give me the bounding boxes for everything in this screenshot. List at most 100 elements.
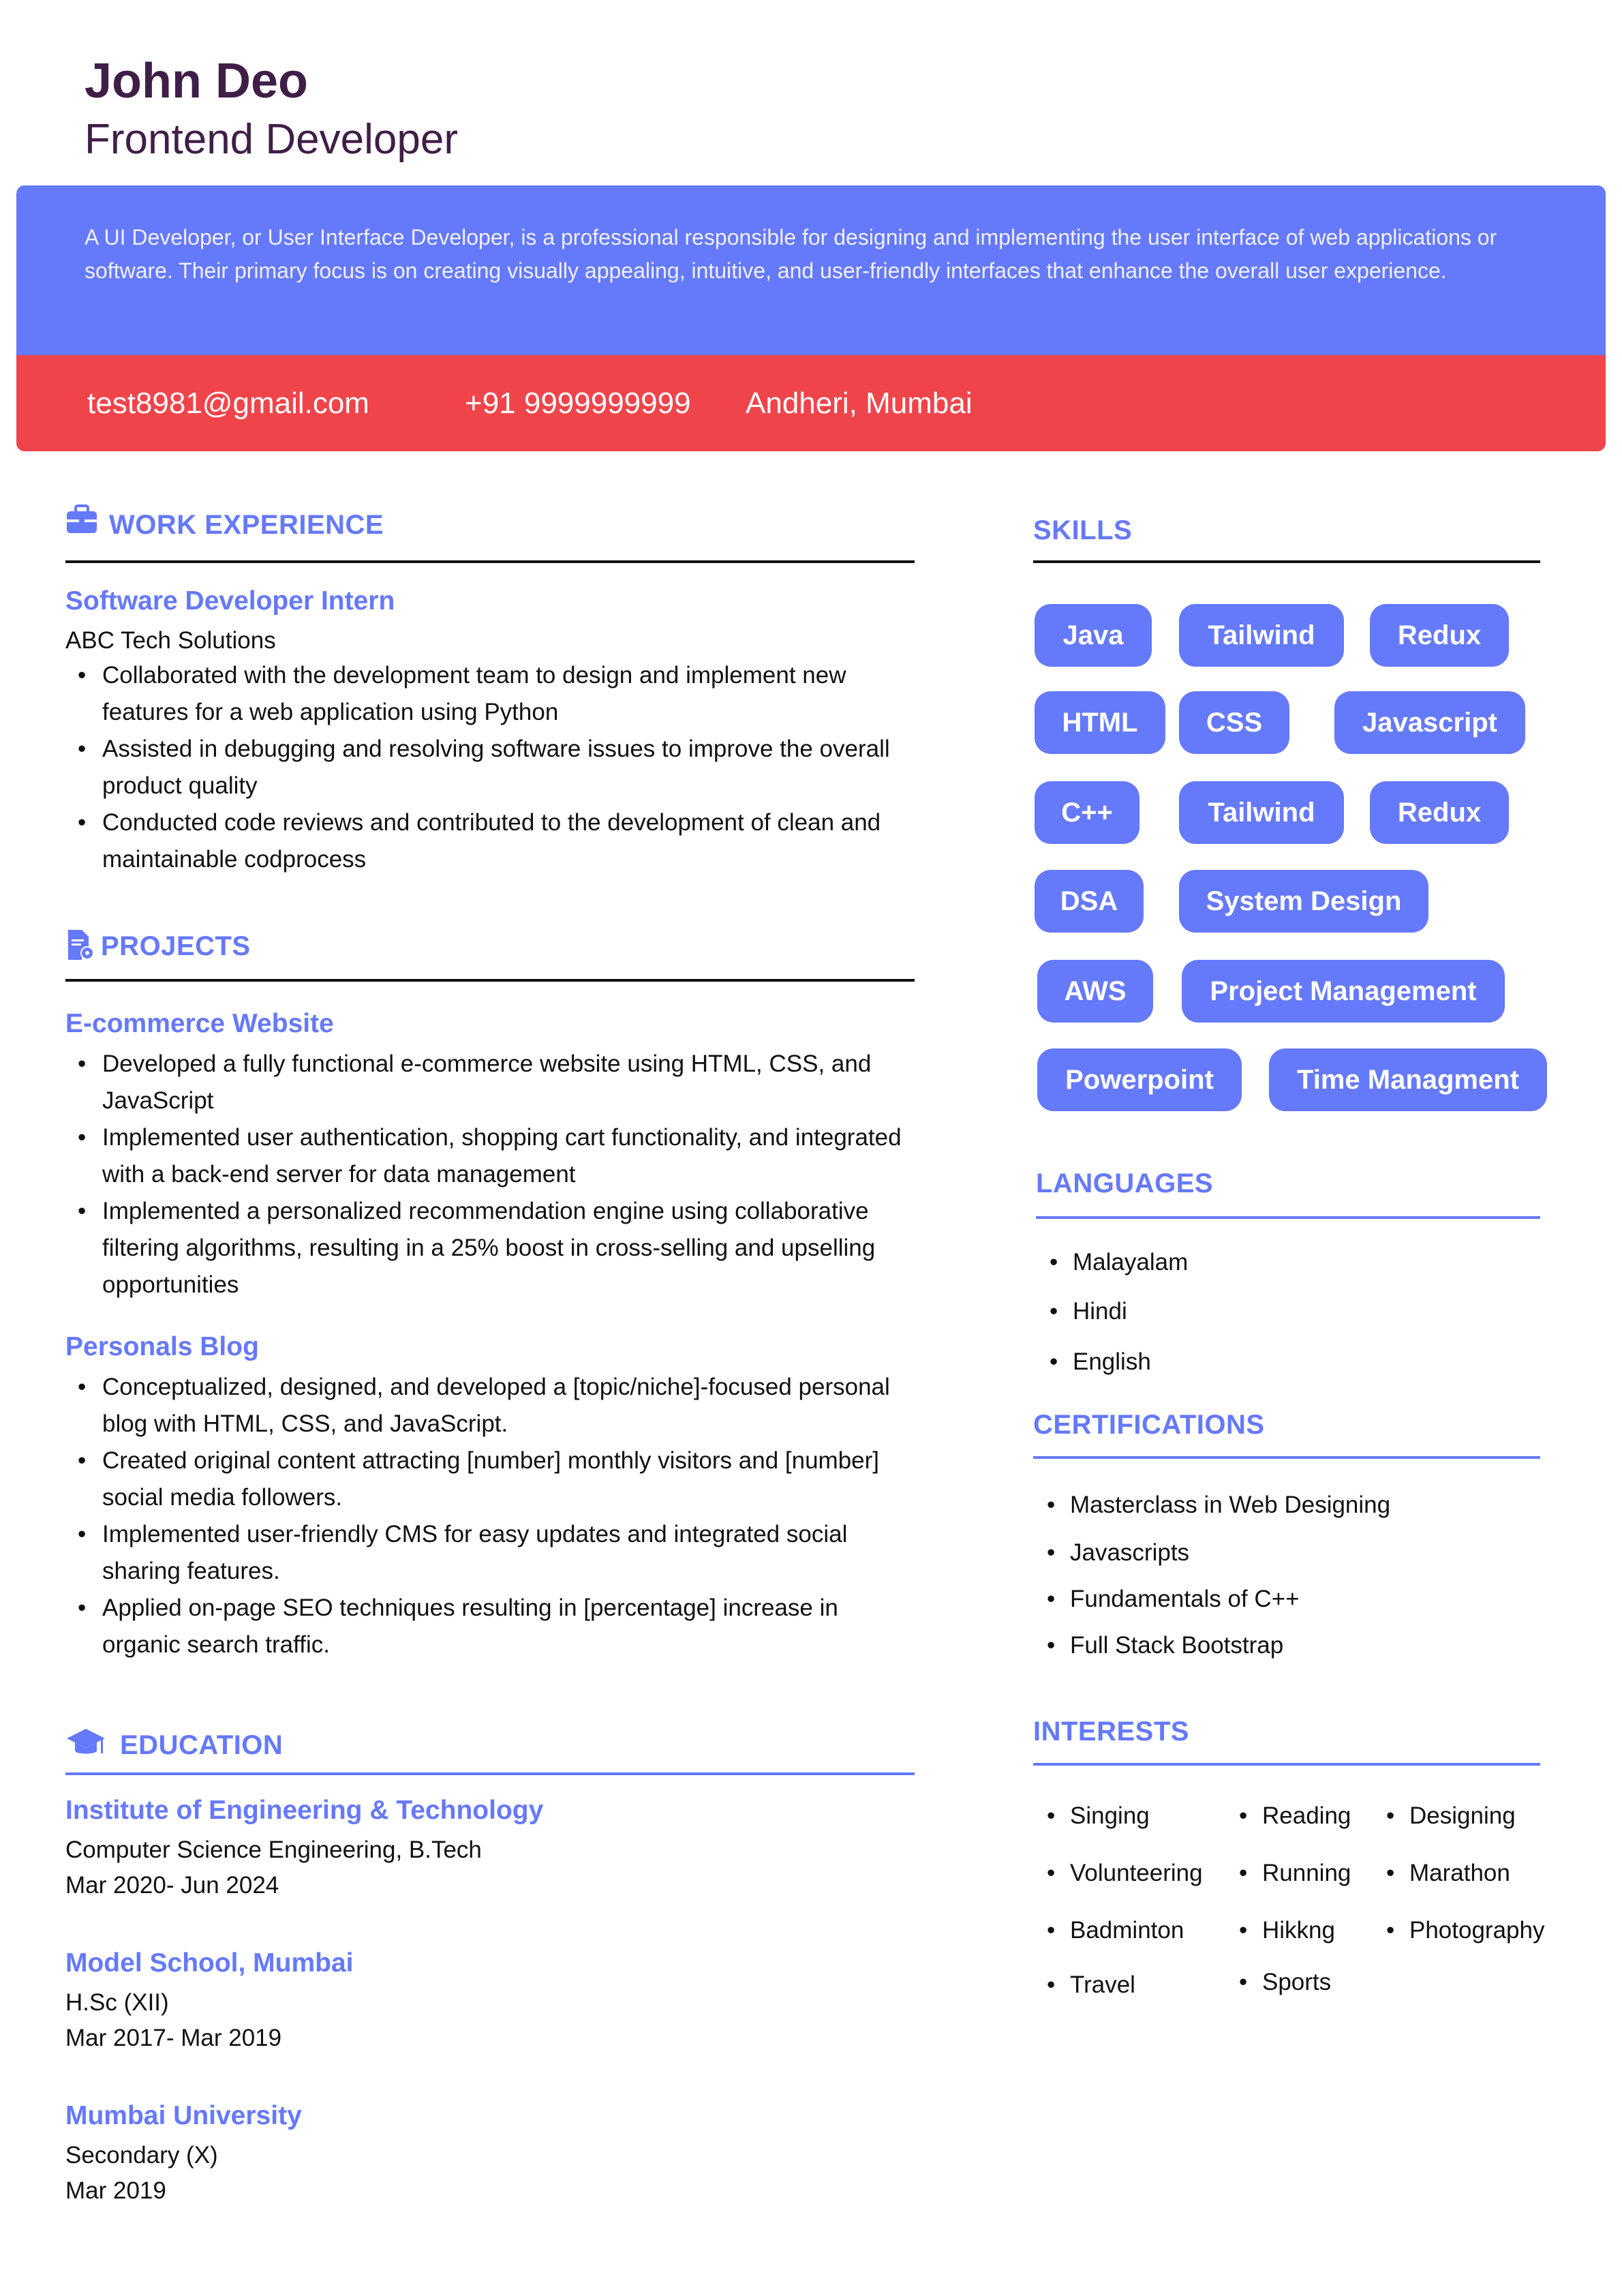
bullet-line: product quality <box>102 772 258 799</box>
certification-item: Masterclass in Web Designing <box>1047 1489 1390 1522</box>
briefcase-icon <box>67 504 97 533</box>
contact-location: Andheri, Mumbai <box>746 387 973 420</box>
bullet-line: Conceptualized, designed, and developed … <box>102 1374 890 1400</box>
skill-tag: Redux <box>1370 604 1509 667</box>
skill-tag: C++ <box>1035 781 1139 844</box>
skill-tag: System Design <box>1179 870 1428 933</box>
skill-tag: Powerpoint <box>1037 1048 1242 1111</box>
skills-divider <box>1033 560 1540 563</box>
skill-tag: Time Managment <box>1269 1048 1547 1111</box>
bullet-item: Implemented a personalized recommendatio… <box>65 1193 965 1303</box>
skill-tag: Tailwind <box>1179 781 1344 844</box>
bullet-item: Assisted in debugging and resolving soft… <box>65 731 951 804</box>
interest-item: Sports <box>1239 1966 1331 1999</box>
job-title: Frontend Developer <box>85 116 458 163</box>
bullet-line: blog with HTML, CSS, and JavaScript. <box>102 1410 508 1437</box>
bullet-line: organic search traffic. <box>102 1631 330 1658</box>
bullet-line: Implemented a personalized recommendatio… <box>102 1198 869 1224</box>
skill-tag: CSS <box>1179 691 1289 754</box>
degree: Secondary (X) <box>65 2142 218 2169</box>
bullet-line: maintainable codprocess <box>102 846 367 873</box>
bullet-line: Developed a fully functional e-commerce … <box>102 1051 872 1077</box>
bullet-line: Implemented user-friendly CMS for easy u… <box>102 1521 848 1547</box>
bullet-item: Implemented user authentication, shoppin… <box>65 1119 965 1193</box>
work-divider <box>65 560 915 563</box>
bullet-item: Created original content attracting [num… <box>65 1442 965 1516</box>
summary-band: A UI Developer, or User Interface Develo… <box>16 185 1606 355</box>
bullet-line: social media followers. <box>102 1484 343 1511</box>
contact-email[interactable]: test8981@gmail.com <box>87 355 369 451</box>
bullet-item: Developed a fully functional e-commerce … <box>65 1046 965 1119</box>
skill-tag: Redux <box>1370 781 1509 844</box>
certifications-heading: CERTIFICATIONS <box>1033 1410 1265 1440</box>
skill-tag: DSA <box>1035 870 1144 933</box>
company-name: ABC Tech Solutions <box>65 627 276 654</box>
bullet-line: with a back-end server for data manageme… <box>102 1161 576 1188</box>
skill-tag: AWS <box>1037 960 1153 1023</box>
work-experience-heading: WORK EXPERIENCE <box>109 510 384 540</box>
bullet-line: sharing features. <box>102 1558 280 1584</box>
certification-item: Full Stack Bootstrap <box>1047 1629 1283 1662</box>
education-dates: Mar 2019 <box>65 2177 166 2204</box>
candidate-name: John Deo <box>85 54 309 108</box>
project-bullet-list: Developed a fully functional e-commerce … <box>65 1046 965 1303</box>
skill-tag: Javascript <box>1334 691 1525 754</box>
education-heading: EDUCATION <box>120 1730 284 1760</box>
bullet-line: opportunities <box>102 1271 239 1298</box>
contact-phone[interactable]: +91 9999999999 <box>465 355 691 451</box>
education-divider <box>65 1772 915 1775</box>
projects-divider <box>65 979 915 982</box>
interest-item: Reading <box>1239 1800 1351 1832</box>
interest-item: Hikkng <box>1239 1914 1335 1947</box>
bullet-line: Applied on-page SEO techniques resulting… <box>102 1595 838 1621</box>
institution-name: Institute of Engineering & Technology <box>65 1796 544 1825</box>
bullet-line: Collaborated with the development team t… <box>102 662 846 689</box>
interests-divider <box>1033 1763 1540 1766</box>
bullet-item: Conducted code reviews and contributed t… <box>65 804 951 878</box>
bullet-item: Implemented user-friendly CMS for easy u… <box>65 1516 965 1590</box>
institution-name: Model School, Mumbai <box>65 1948 354 1978</box>
project-title: E-commerce Website <box>65 1009 334 1038</box>
interests-heading: INTERESTS <box>1033 1717 1189 1747</box>
institution-name: Mumbai University <box>65 2101 302 2130</box>
interest-item: Singing <box>1047 1800 1150 1832</box>
interest-item: Designing <box>1386 1800 1516 1832</box>
skill-tag: Tailwind <box>1179 604 1344 667</box>
interest-item: Travel <box>1047 1969 1135 2002</box>
bullet-item: Collaborated with the development team t… <box>65 657 951 731</box>
bullet-line: JavaScript <box>102 1087 214 1114</box>
skills-heading: SKILLS <box>1033 515 1133 545</box>
certification-item: Fundamentals of C++ <box>1047 1583 1300 1616</box>
certifications-divider <box>1033 1456 1540 1459</box>
document-gear-icon <box>68 930 94 960</box>
education-dates: Mar 2020- Jun 2024 <box>65 1872 279 1899</box>
bullet-line: filtering algorithms, resulting in a 25%… <box>102 1235 876 1261</box>
degree: Computer Science Engineering, B.Tech <box>65 1837 482 1863</box>
bullet-item: Applied on-page SEO techniques resulting… <box>65 1590 965 1663</box>
project-title: Personals Blog <box>65 1332 259 1361</box>
bullet-line: Implemented user authentication, shoppin… <box>102 1124 902 1151</box>
interest-item: Volunteering <box>1047 1857 1203 1890</box>
interest-item: Running <box>1239 1857 1351 1890</box>
bullet-line: Created original content attracting [num… <box>102 1447 880 1474</box>
contact-band: test8981@gmail.com +91 9999999999 Andher… <box>16 355 1606 451</box>
bullet-line: Assisted in debugging and resolving soft… <box>102 736 890 762</box>
certification-item: Javascripts <box>1047 1537 1189 1569</box>
language-item: Malayalam <box>1050 1246 1188 1279</box>
job-position: Software Developer Intern <box>65 586 395 616</box>
projects-heading: PROJECTS <box>101 931 251 961</box>
interest-item: Photography <box>1386 1914 1544 1947</box>
interest-item: Badminton <box>1047 1914 1184 1947</box>
summary-text: A UI Developer, or User Interface Develo… <box>85 225 1497 283</box>
skill-tag: HTML <box>1035 691 1165 754</box>
languages-divider <box>1036 1216 1540 1219</box>
languages-heading: LANGUAGES <box>1036 1168 1214 1198</box>
degree: H.Sc (XII) <box>65 1989 169 2016</box>
work-bullet-list: Collaborated with the development team t… <box>65 657 951 878</box>
education-dates: Mar 2017- Mar 2019 <box>65 2025 282 2051</box>
skill-tag: Java <box>1035 604 1152 667</box>
graduation-cap-icon <box>67 1729 105 1754</box>
interest-item: Marathon <box>1386 1857 1510 1890</box>
bullet-item: Conceptualized, designed, and developed … <box>65 1369 965 1442</box>
language-item: Hindi <box>1050 1295 1127 1328</box>
